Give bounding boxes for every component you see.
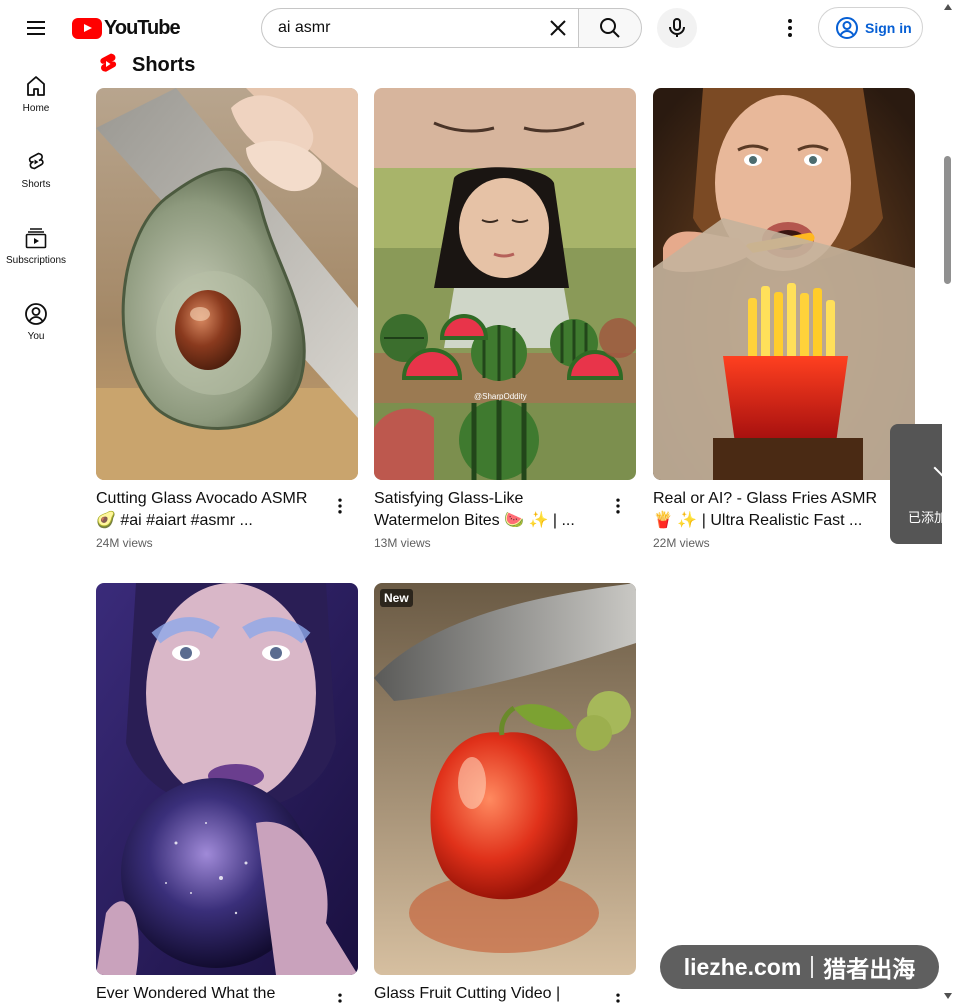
watermark-text: 猎者出海 bbox=[823, 956, 916, 982]
shorts-card[interactable]: @SharpOddity Satisfying Glass-Like Water… bbox=[374, 88, 636, 550]
settings-more-button[interactable] bbox=[770, 8, 810, 48]
youtube-logo[interactable]: YouTube bbox=[72, 16, 181, 40]
sign-in-label: Sign in bbox=[865, 19, 912, 36]
short-title[interactable]: Ever Wondered What the bbox=[96, 983, 322, 1005]
sidebar-item-label: Subscriptions bbox=[5, 255, 67, 266]
more-vert-icon bbox=[616, 498, 620, 514]
sidebar-item-label: Home bbox=[22, 103, 50, 114]
shorts-card[interactable]: Cutting Glass Avocado ASMR 🥑 #ai #aiart … bbox=[96, 88, 358, 550]
shorts-section-header: Shorts bbox=[96, 52, 195, 78]
clear-search-button[interactable] bbox=[543, 13, 573, 43]
short-title[interactable]: Glass Fruit Cutting Video | bbox=[374, 983, 600, 1005]
scrollbar-thumb[interactable] bbox=[944, 156, 951, 284]
shorts-card[interactable]: New Glass Fruit Cutting Video | bbox=[374, 583, 636, 1005]
thumbnail-caption: @SharpOddity bbox=[474, 392, 527, 401]
short-view-count: 13M views bbox=[374, 536, 431, 550]
account-circle-icon bbox=[836, 16, 858, 39]
sign-in-button[interactable]: Sign in bbox=[818, 7, 923, 48]
sidebar-item-label: You bbox=[27, 331, 45, 342]
new-badge: New bbox=[380, 589, 413, 607]
short-menu-button[interactable] bbox=[606, 494, 630, 518]
logo-text: YouTube bbox=[104, 16, 181, 39]
watermark-divider bbox=[811, 956, 814, 978]
sidebar-item-label: Shorts bbox=[21, 179, 51, 190]
short-title[interactable]: Cutting Glass Avocado ASMR 🥑 #ai #aiart … bbox=[96, 488, 322, 532]
close-icon bbox=[550, 20, 566, 36]
search-button[interactable] bbox=[578, 8, 642, 48]
shorts-card[interactable]: Real or AI? - Glass Fries ASMR 🍟 ✨ | Ult… bbox=[653, 88, 915, 550]
more-vert-icon bbox=[338, 498, 342, 514]
sidebar-item-you[interactable]: You bbox=[0, 284, 72, 360]
youtube-play-icon bbox=[72, 17, 102, 39]
watermark: liezhe.com 猎者出海 bbox=[660, 945, 939, 989]
sidebar-item-shorts[interactable]: Shorts bbox=[0, 132, 72, 208]
masthead: YouTube Sign in bbox=[0, 0, 954, 56]
more-vert-icon bbox=[788, 19, 792, 37]
scroll-down-arrow-icon[interactable] bbox=[944, 993, 952, 999]
more-vert-icon bbox=[338, 993, 342, 1003]
short-menu-button[interactable] bbox=[606, 989, 630, 1005]
more-vert-icon bbox=[616, 993, 620, 1003]
sidebar-item-subscriptions[interactable]: Subscriptions bbox=[0, 208, 72, 284]
shorts-card[interactable]: Ever Wondered What the bbox=[96, 583, 358, 1005]
short-title[interactable]: Real or AI? - Glass Fries ASMR 🍟 ✨ | Ult… bbox=[653, 488, 879, 532]
subscriptions-icon bbox=[25, 228, 47, 249]
short-thumbnail[interactable]: New bbox=[374, 583, 636, 975]
shorts-icon bbox=[28, 152, 44, 170]
shorts-section-title: Shorts bbox=[132, 53, 196, 76]
short-thumbnail[interactable] bbox=[96, 88, 358, 480]
search-box bbox=[261, 8, 579, 48]
search-input[interactable] bbox=[278, 9, 538, 47]
scrollbar[interactable] bbox=[942, 0, 954, 1005]
short-thumbnail[interactable] bbox=[653, 88, 915, 480]
voice-search-button[interactable] bbox=[657, 8, 697, 48]
home-icon bbox=[27, 76, 45, 96]
short-thumbnail[interactable]: @SharpOddity bbox=[374, 88, 636, 480]
short-view-count: 22M views bbox=[653, 536, 710, 550]
scroll-up-arrow-icon[interactable] bbox=[944, 4, 952, 10]
short-menu-button[interactable] bbox=[328, 494, 352, 518]
menu-icon bbox=[27, 21, 45, 35]
watermark-text: liezhe.com bbox=[683, 953, 802, 980]
you-icon bbox=[25, 303, 47, 325]
short-view-count: 24M views bbox=[96, 536, 153, 550]
short-title[interactable]: Satisfying Glass-Like Watermelon Bites 🍉… bbox=[374, 488, 600, 532]
search-icon bbox=[600, 18, 620, 38]
short-thumbnail[interactable] bbox=[96, 583, 358, 975]
shorts-logo-icon bbox=[100, 53, 117, 72]
mic-icon bbox=[669, 18, 685, 37]
sidebar-item-home[interactable]: Home bbox=[0, 56, 72, 132]
short-menu-button[interactable] bbox=[328, 989, 352, 1005]
menu-button[interactable] bbox=[16, 8, 56, 48]
mini-guide: Home Shorts Subscriptions You bbox=[0, 56, 72, 360]
